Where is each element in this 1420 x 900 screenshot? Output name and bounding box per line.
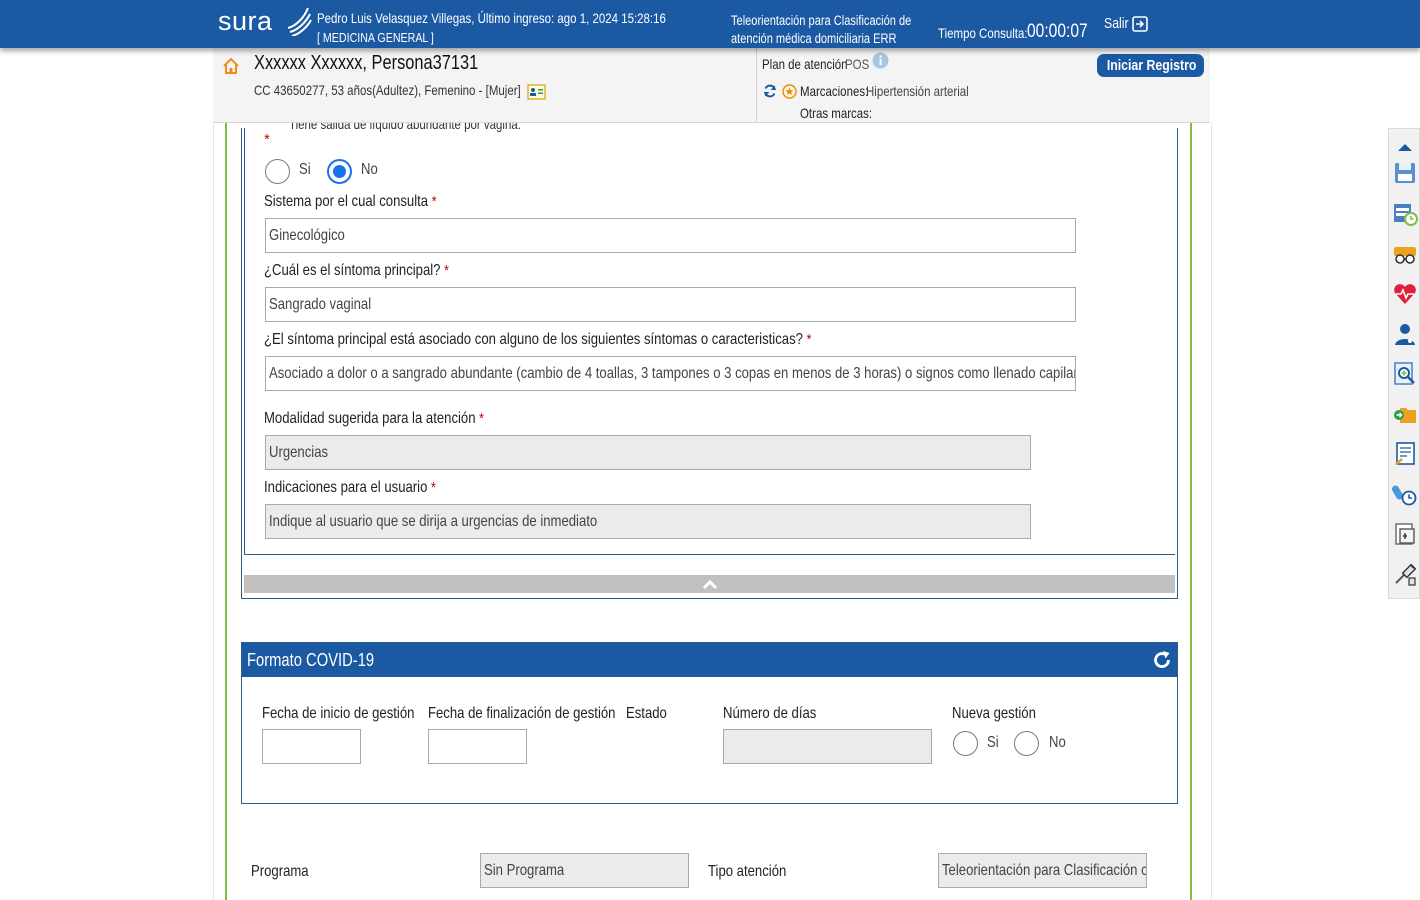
right-toolbar — [1388, 128, 1420, 599]
doctor-icon[interactable] — [1392, 321, 1418, 347]
attention-type-label: Tipo atención — [708, 863, 787, 880]
syringe-icon[interactable] — [1392, 561, 1418, 587]
patient-bar-separator — [756, 48, 757, 122]
days-count-field — [723, 729, 932, 764]
covid-refresh-icon[interactable] — [1152, 650, 1172, 670]
suggested-modality-label: Modalidad sugerida para la atención * — [264, 410, 484, 427]
new-management-radio-no-label: No — [1049, 734, 1066, 751]
exit-link[interactable]: Salir — [1104, 15, 1134, 32]
main-symptom-label: ¿Cuál es el síntoma principal? * — [264, 262, 449, 279]
folder-arrow-icon[interactable] — [1392, 401, 1418, 427]
exit-icon[interactable] — [1132, 16, 1148, 32]
schedule-icon[interactable] — [1392, 201, 1418, 227]
days-count-label: Número de días — [723, 705, 817, 722]
home-icon[interactable] — [222, 57, 240, 75]
markings-value: Hipertensión arterial — [866, 83, 969, 99]
save-icon[interactable] — [1392, 160, 1418, 186]
start-register-button[interactable]: Iniciar Registro — [1097, 54, 1204, 77]
new-management-radio-no[interactable] — [1014, 731, 1039, 756]
covid-format-panel: Formato COVID-19 Fecha de inicio de gest… — [241, 642, 1178, 804]
end-date-input[interactable] — [428, 729, 527, 764]
required-mark: * — [264, 131, 270, 148]
program-label: Programa — [251, 863, 309, 880]
covid-title: Formato COVID-19 — [247, 650, 375, 670]
attention-type-field: Teleorientación para Clasificación c — [938, 853, 1147, 888]
service-name-line2: atención médica domiciliaria ERR — [731, 31, 897, 46]
glasses-icon[interactable] — [1392, 241, 1418, 267]
discharge-radio-si-label: Si — [299, 161, 311, 178]
discharge-radio-no[interactable] — [327, 159, 352, 184]
system-label: Sistema por el cual consulta * — [264, 193, 437, 210]
time-value: 00:00:07 — [1027, 21, 1088, 42]
refresh-markings-icon[interactable] — [763, 84, 777, 98]
sura-logo: sura — [218, 6, 312, 37]
associated-symptoms-label: ¿El síntoma principal está asociado con … — [264, 331, 812, 348]
user-indications-label: Indicaciones para el usuario * — [264, 479, 436, 496]
new-management-radio-si-label: Si — [987, 734, 999, 751]
end-date-label: Fecha de finalización de gestión — [428, 705, 616, 722]
new-management-radio-si[interactable] — [953, 731, 978, 756]
document-print-icon[interactable] — [1392, 521, 1418, 547]
program-field: Sin Programa — [480, 853, 689, 888]
patient-name: Xxxxxx Xxxxxx, Persona37131 — [254, 52, 479, 74]
associated-symptoms-field[interactable]: Asociado a dolor o a sangrado abundante … — [265, 356, 1076, 391]
top-bar: sura Pedro Luis Velasquez Villegas, Últi… — [0, 0, 1420, 48]
scroll-up-icon[interactable] — [1392, 134, 1418, 160]
info-icon[interactable] — [872, 52, 889, 69]
user-info: Pedro Luis Velasquez Villegas, Último in… — [317, 10, 666, 26]
system-field[interactable]: Ginecológico — [265, 218, 1076, 253]
chevron-up-icon[interactable] — [701, 578, 719, 590]
start-date-label: Fecha de inicio de gestión — [262, 705, 415, 722]
right-accent-line — [1190, 122, 1192, 900]
discharge-radio-no-label: No — [361, 161, 378, 178]
heart-rate-icon[interactable] — [1392, 281, 1418, 307]
other-marks-label: Otras marcas: — [800, 105, 873, 121]
status-label: Estado — [626, 705, 667, 722]
marking-star-icon — [782, 84, 797, 99]
user-role: [ MEDICINA GENERAL ] — [317, 30, 434, 45]
notes-icon[interactable] — [1392, 441, 1418, 467]
covid-header: Formato COVID-19 — [242, 643, 1177, 677]
plan-value: POS — [845, 56, 870, 72]
pills-clock-icon[interactable] — [1392, 481, 1418, 507]
start-date-input[interactable] — [262, 729, 361, 764]
user-indications-field: Indique al usuario que se dirija a urgen… — [265, 504, 1031, 539]
id-card-icon[interactable] — [527, 84, 546, 100]
new-management-label: Nueva gestión — [952, 705, 1036, 722]
service-name-line1: Teleorientación para Clasificación de — [731, 13, 912, 28]
main-symptom-field[interactable]: Sangrado vaginal — [265, 287, 1076, 322]
discharge-radio-si[interactable] — [265, 159, 290, 184]
left-accent-line — [225, 122, 227, 900]
suggested-modality-field: Urgencias — [265, 435, 1031, 470]
patient-bar: Xxxxxx Xxxxxx, Persona37131 CC 43650277,… — [213, 48, 1210, 123]
search-document-icon[interactable] — [1392, 361, 1418, 387]
logo-wings-icon — [287, 7, 312, 36]
